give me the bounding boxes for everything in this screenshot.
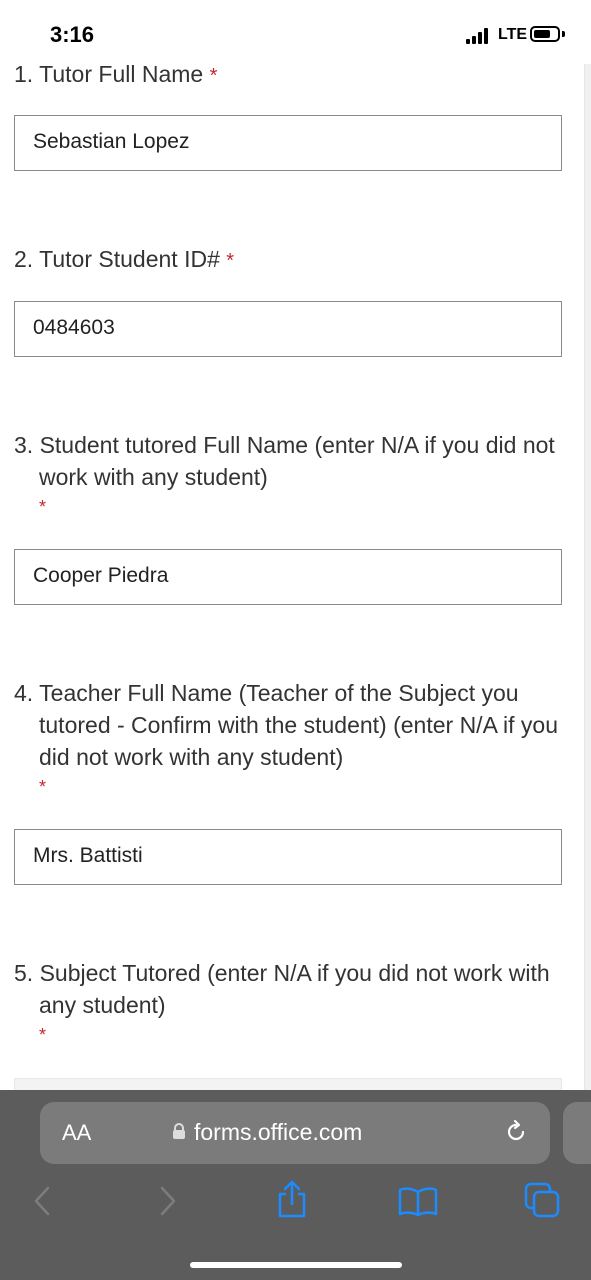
answer-field-2[interactable]: 0484603	[14, 301, 562, 357]
required-marker: *	[226, 250, 235, 272]
question-text: Student tutored Full Name (enter N/A if …	[39, 432, 555, 490]
question-2: 2. Tutor Student ID# *	[14, 243, 574, 277]
status-bar: 3:16 LTE	[0, 0, 591, 64]
question-number: 2.	[14, 246, 34, 272]
question-number: 4.	[14, 680, 34, 706]
scroll-track	[584, 64, 591, 1094]
question-3: 3. Student tutored Full Name (enter N/A …	[14, 429, 574, 517]
browser-toolbar: AA forms.office.com	[0, 1090, 591, 1280]
next-tab-preview[interactable]	[563, 1102, 591, 1164]
required-marker: *	[209, 65, 218, 87]
question-5: 5. Subject Tutored (enter N/A if you did…	[14, 957, 574, 1045]
text-size-button[interactable]: AA	[62, 1120, 91, 1146]
screen: 1. Tutor Full Name * Sebastian Lopez 2. …	[0, 0, 591, 1280]
answer-value: Sebastian Lopez	[33, 130, 190, 153]
question-text: Tutor Student ID#	[39, 246, 220, 272]
required-marker: *	[39, 777, 47, 797]
question-number: 1.	[14, 61, 34, 87]
answer-value: Mrs. Battisti	[33, 844, 143, 867]
answer-value: Cooper Piedra	[33, 564, 169, 587]
required-marker: *	[39, 1025, 47, 1045]
network-type: LTE	[498, 26, 528, 43]
question-text: Teacher Full Name (Teacher of the Subjec…	[39, 680, 559, 770]
share-icon[interactable]	[276, 1180, 308, 1218]
url-text: forms.office.com	[173, 1119, 363, 1146]
answer-field-4[interactable]: Mrs. Battisti	[14, 829, 562, 885]
answer-field-1[interactable]: Sebastian Lopez	[14, 115, 562, 171]
question-4: 4. Teacher Full Name (Teacher of the Sub…	[14, 677, 574, 797]
required-marker: *	[39, 497, 47, 517]
url-label: forms.office.com	[194, 1119, 363, 1145]
question-title: 3. Student tutored Full Name (enter N/A …	[14, 429, 574, 517]
question-title: 4. Teacher Full Name (Teacher of the Sub…	[14, 677, 574, 797]
question-number: 3.	[14, 432, 34, 458]
question-number: 5.	[14, 960, 34, 986]
battery-nub	[562, 31, 565, 37]
question-title: 5. Subject Tutored (enter N/A if you did…	[14, 957, 574, 1045]
battery-icon	[530, 26, 560, 42]
question-title: 2. Tutor Student ID# *	[14, 243, 574, 277]
signal-icon	[466, 28, 492, 44]
lock-icon	[173, 1123, 185, 1139]
tabs-icon[interactable]	[524, 1182, 560, 1218]
status-time: 3:16	[50, 22, 95, 47]
reload-icon[interactable]	[502, 1118, 530, 1146]
address-bar[interactable]: AA forms.office.com	[40, 1102, 550, 1164]
bookmarks-icon[interactable]	[398, 1186, 438, 1216]
question-text: Tutor Full Name	[39, 61, 204, 87]
answer-field-3[interactable]: Cooper Piedra	[14, 549, 562, 605]
answer-value: 0484603	[33, 316, 115, 339]
question-text: Subject Tutored (enter N/A if you did no…	[39, 960, 550, 1018]
forward-icon[interactable]	[158, 1186, 178, 1216]
home-indicator	[190, 1262, 402, 1268]
back-icon[interactable]	[32, 1186, 52, 1216]
